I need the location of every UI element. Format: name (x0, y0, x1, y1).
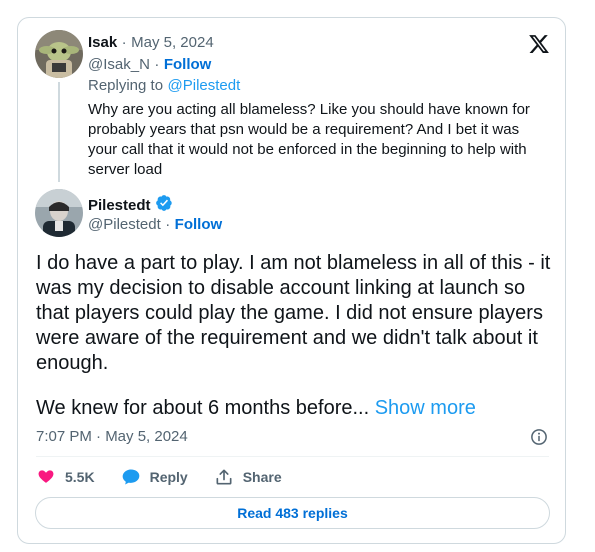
follow-button[interactable]: Follow (175, 216, 223, 233)
tweet-header: Pilestedt (88, 194, 173, 217)
follow-button[interactable]: Follow (164, 56, 212, 73)
share-button[interactable]: Share (214, 467, 282, 487)
reply-bubble-icon (121, 467, 141, 487)
tweet-timestamp[interactable]: 7:07 PM · May 5, 2024 (36, 428, 188, 445)
parent-header: Isak · May 5, 2024 (88, 34, 214, 52)
share-icon (214, 467, 234, 487)
tweet-text: I do have a part to play. I am not blame… (36, 252, 551, 374)
action-bar: 5.5K Reply Share (36, 467, 308, 487)
show-more-link[interactable]: Show more (375, 397, 476, 419)
like-count: 5.5K (65, 469, 95, 485)
avatar[interactable] (35, 30, 83, 78)
verified-badge-icon (155, 194, 173, 217)
thread-connector-line (58, 82, 60, 182)
author-handle[interactable]: @Isak_N (88, 56, 150, 73)
parent-handle-row: @Isak_N · Follow (88, 56, 212, 73)
tweet-handle-row: @Pilestedt · Follow (88, 216, 222, 234)
heart-icon (36, 467, 56, 487)
read-replies-button[interactable]: Read 483 replies (35, 497, 550, 529)
like-button[interactable]: 5.5K (36, 467, 95, 487)
author-name[interactable]: Pilestedt (88, 197, 151, 214)
replying-to: Replying to @Pilestedt (88, 77, 240, 95)
share-label: Share (242, 469, 282, 485)
x-logo-icon[interactable] (528, 33, 550, 55)
tweet-text-truncated: We knew for about 6 months before... Sho… (36, 396, 551, 421)
info-icon[interactable] (530, 428, 548, 446)
truncated-text: We knew for about 6 months before... (36, 397, 370, 419)
post-date[interactable]: May 5, 2024 (131, 34, 214, 51)
author-name[interactable]: Isak (88, 34, 117, 51)
embedded-tweet-card: Isak · May 5, 2024 @Isak_N · Follow Repl… (17, 17, 566, 544)
reply-button[interactable]: Reply (121, 467, 188, 487)
replying-to-handle[interactable]: @Pilestedt (168, 77, 241, 94)
divider (36, 456, 549, 457)
author-handle[interactable]: @Pilestedt (88, 216, 161, 233)
avatar[interactable] (35, 189, 83, 237)
separator-dot: · (165, 216, 171, 233)
parent-tweet-text: Why are you acting all blameless? Like y… (88, 101, 530, 178)
replying-prefix: Replying to (88, 77, 164, 94)
reply-label: Reply (149, 469, 188, 485)
separator-dot: · (121, 34, 127, 51)
